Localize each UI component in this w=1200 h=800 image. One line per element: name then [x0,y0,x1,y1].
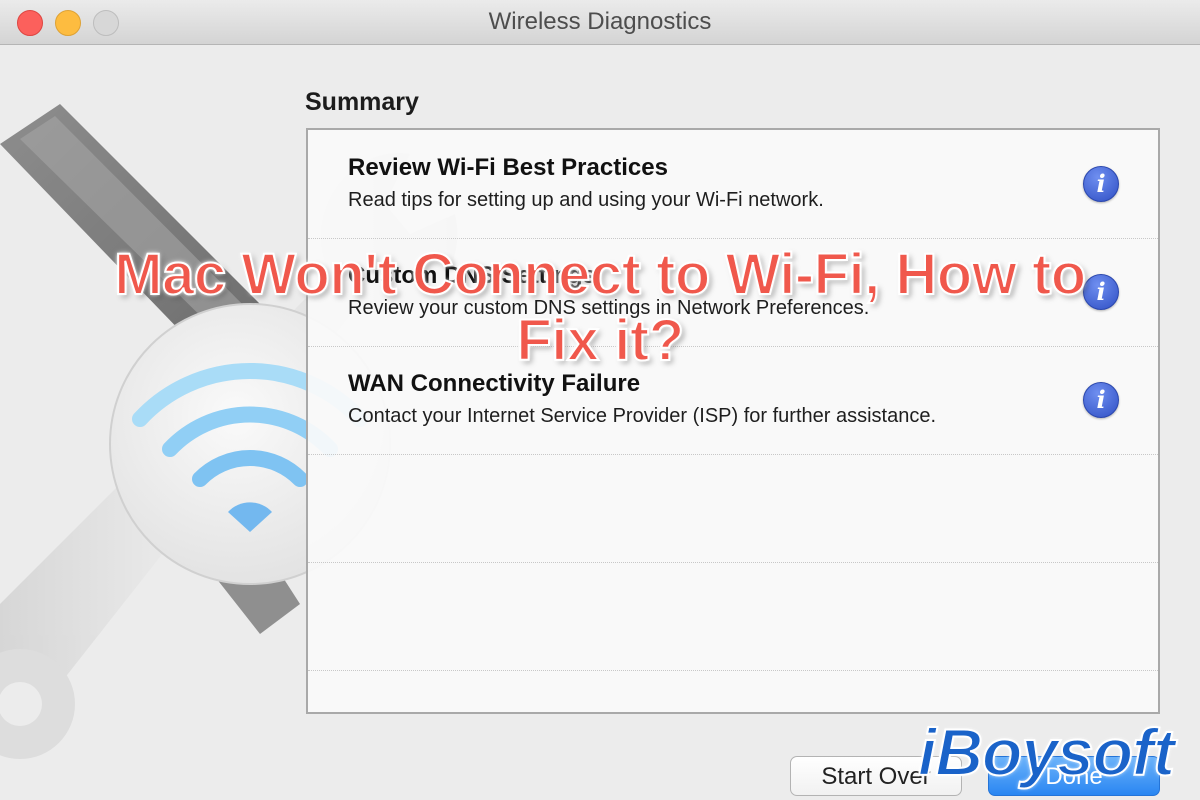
empty-row [308,562,1158,671]
list-item[interactable]: Review Wi-Fi Best Practices Read tips fo… [308,130,1158,239]
window-title: Wireless Diagnostics [488,8,712,35]
item-description: Read tips for setting up and using your … [348,189,824,211]
wireless-diagnostics-window: Wireless Diagnostics Summary Review Wi-F… [0,0,1200,800]
item-title: Review Wi-Fi Best Practices [348,154,668,181]
info-icon[interactable]: i [1083,166,1119,202]
item-title: WAN Connectivity Failure [348,370,641,397]
item-description: Contact your Internet Service Provider (… [348,405,937,427]
overlay-headline: Mac Won't Connect to Wi-Fi, How to Fix i… [0,241,1200,374]
info-icon[interactable]: i [1083,382,1119,418]
empty-row [308,454,1158,563]
summary-heading: Summary [305,88,419,116]
overlay-headline-line1: Mac Won't Connect to Wi-Fi, How to [113,241,1087,308]
summary-list: Review Wi-Fi Best Practices Read tips fo… [306,128,1160,714]
overlay-headline-line2: Fix it? [515,307,685,374]
title-bar: Wireless Diagnostics [0,0,1200,45]
iboysoft-logo: iBoysoft [917,714,1176,790]
